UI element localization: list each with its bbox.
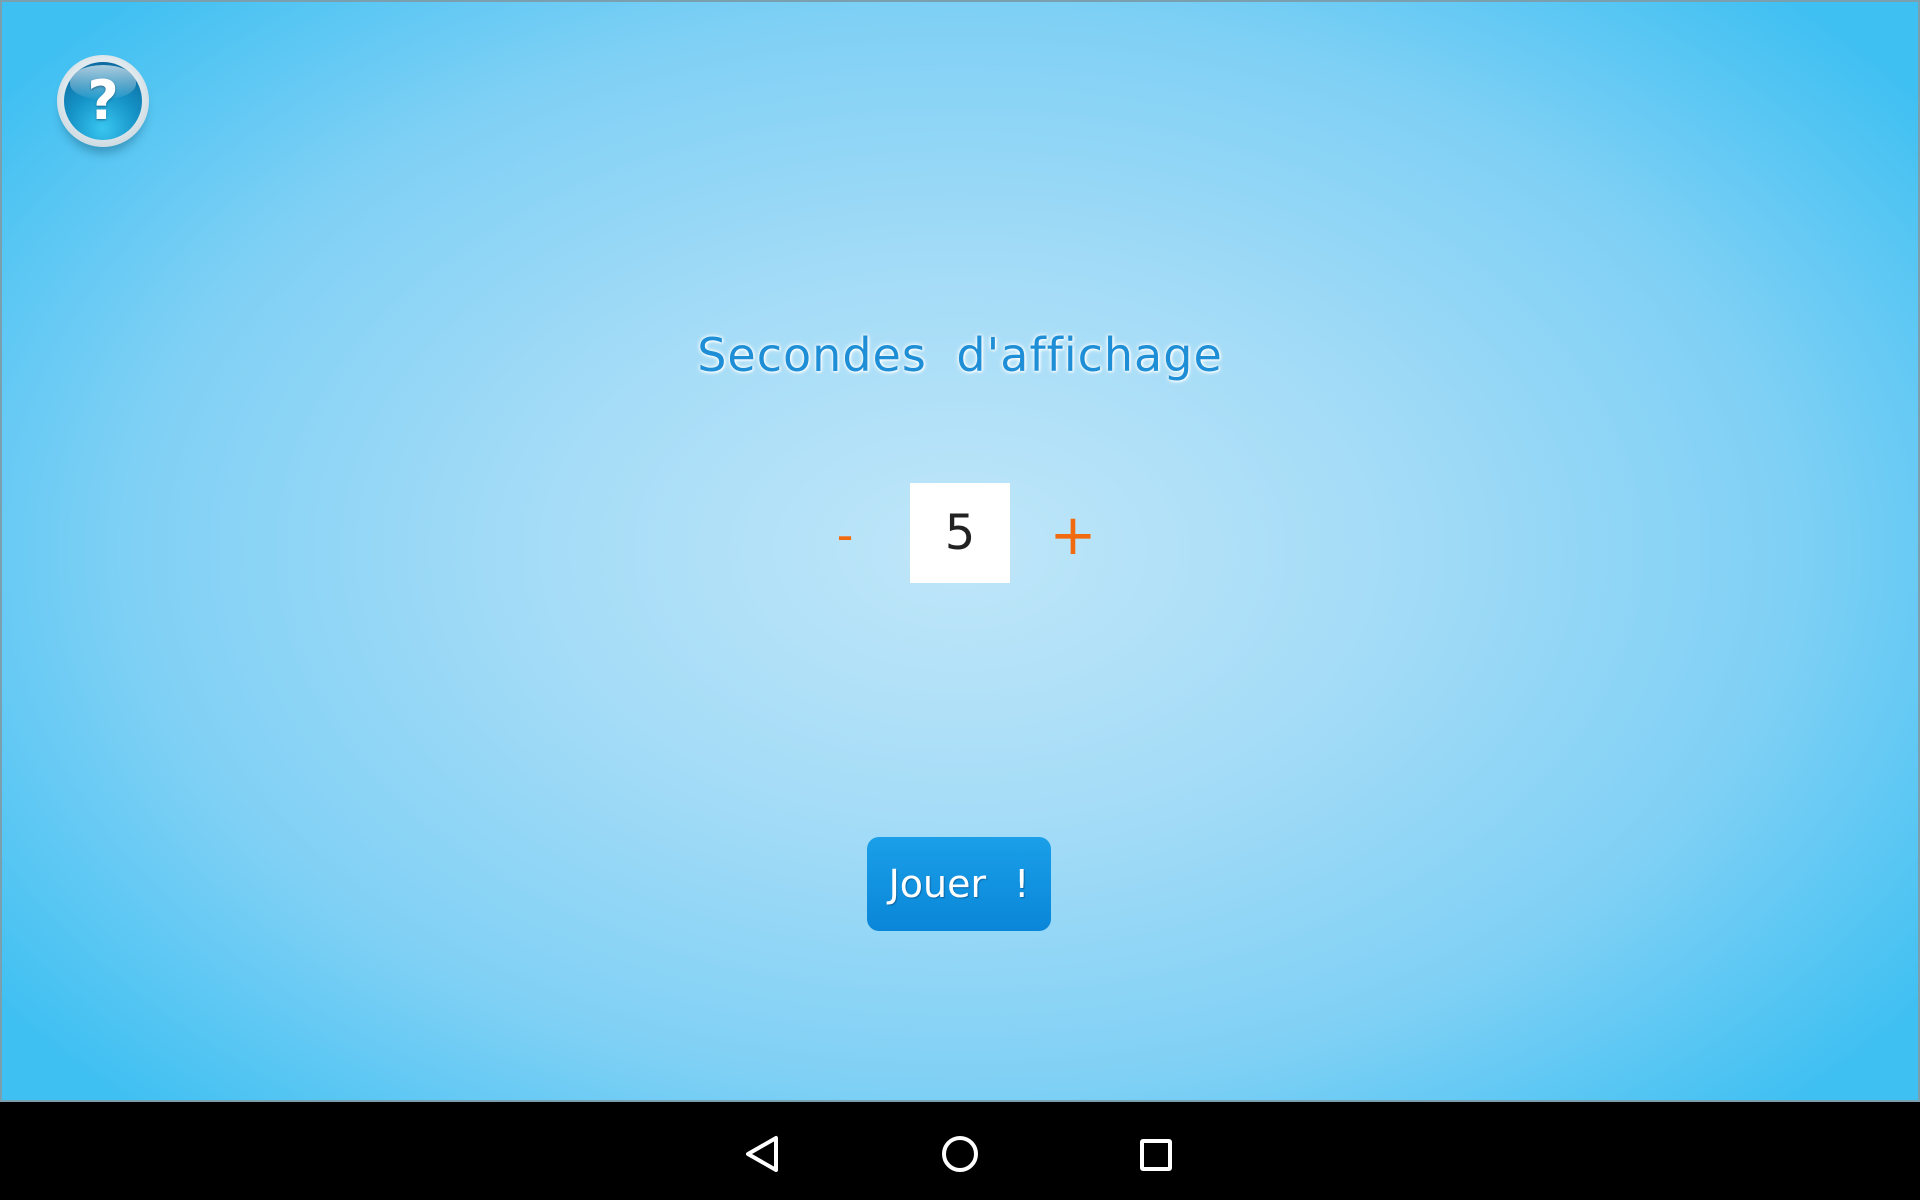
seconds-value-display: 5 [910,483,1010,583]
play-button[interactable]: Jouer ! [867,837,1051,931]
page-title: Secondes d'affichage [697,328,1223,382]
nav-home-button[interactable] [920,1114,1000,1194]
app-area: ? Secondes d'affichage - 5 + Jouer ! [0,0,1920,1102]
back-triangle-icon [746,1136,778,1172]
nav-recents-button[interactable] [1115,1114,1195,1194]
help-question-icon: ? [64,62,142,140]
increment-button[interactable]: + [1048,500,1098,570]
help-glyph: ? [87,69,119,132]
screen: ? Secondes d'affichage - 5 + Jouer ! [0,0,1920,1200]
decrement-button[interactable]: - [820,500,870,570]
nav-back-button[interactable] [724,1114,804,1194]
home-circle-icon [942,1136,978,1172]
recents-square-icon [1140,1139,1172,1171]
system-nav-bar [0,1102,1920,1200]
help-button[interactable]: ? [57,55,149,147]
